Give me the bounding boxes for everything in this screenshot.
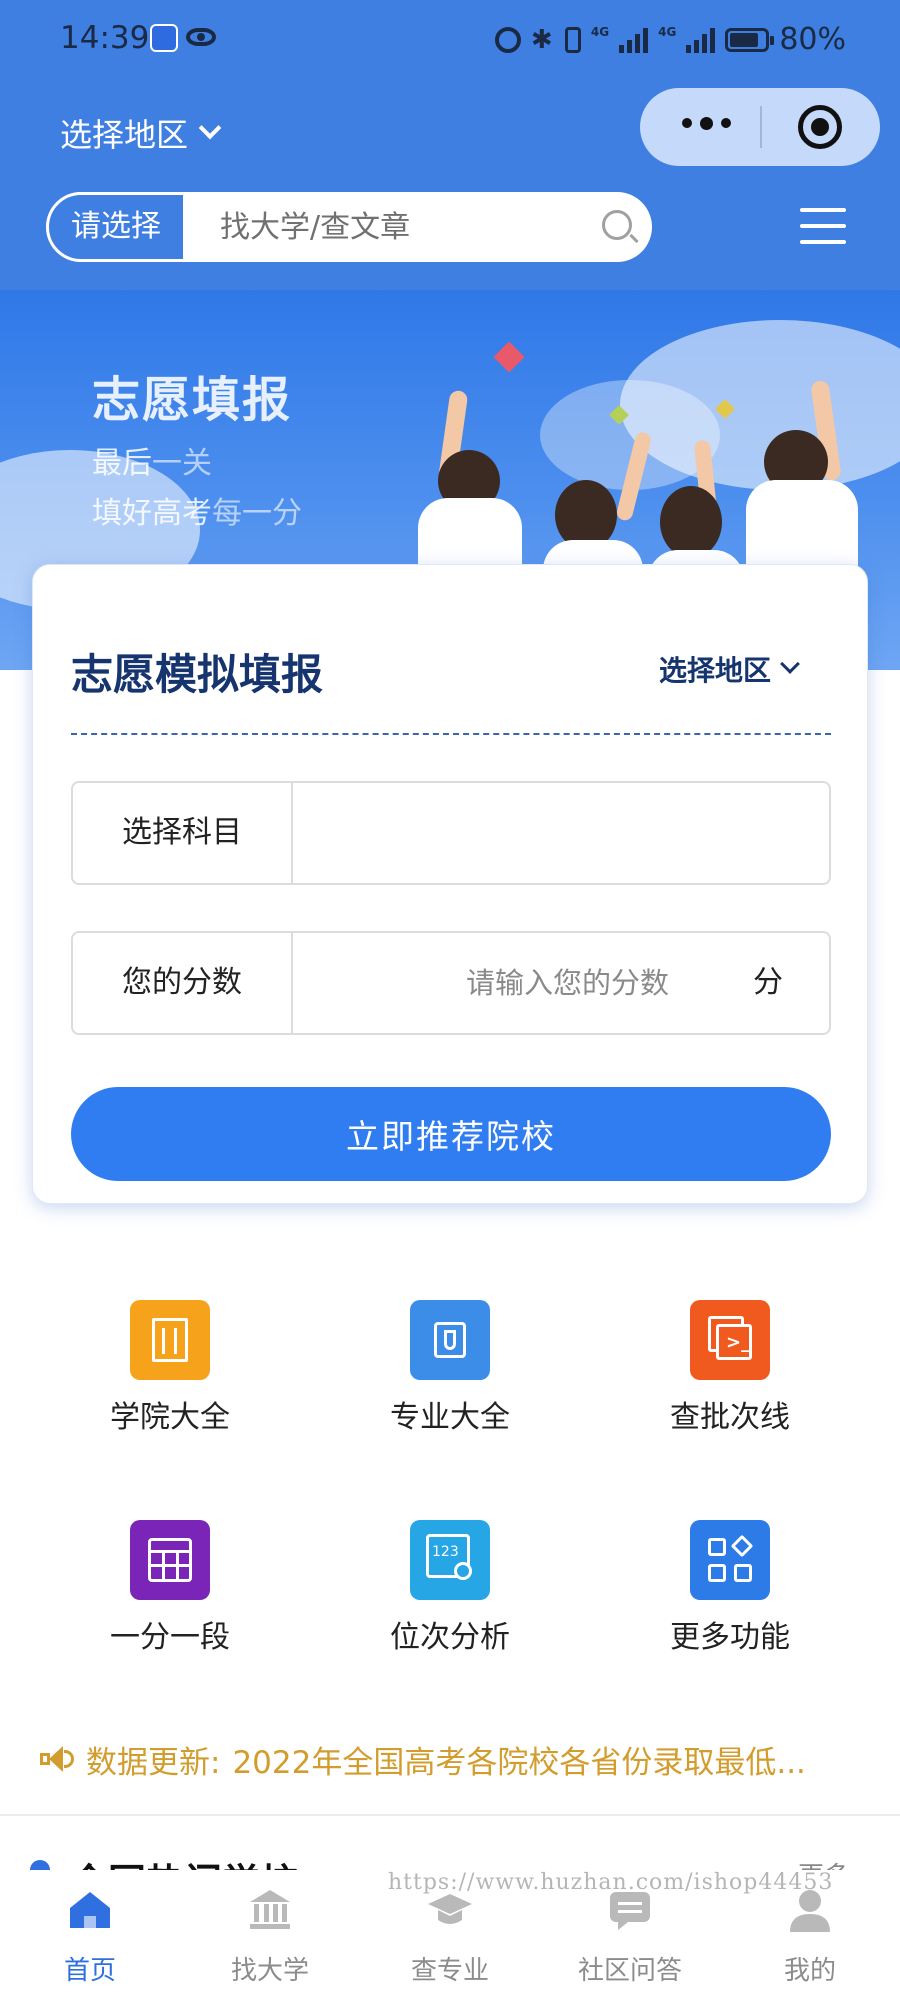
nav-community-qa[interactable]: 社区问答 xyxy=(540,1880,720,2000)
more-dots-icon[interactable] xyxy=(682,117,731,130)
region-selector[interactable]: 选择地区 xyxy=(60,110,222,156)
network-type-2: 4G xyxy=(658,24,677,39)
feature-label: 更多功能 xyxy=(670,1620,790,1655)
nav-home[interactable]: 首页 xyxy=(0,1880,180,2000)
score-field: 您的分数 分 xyxy=(71,931,831,1035)
subject-field-label: 选择科目 xyxy=(73,783,293,883)
banner-title: 志愿填报 xyxy=(92,372,293,428)
search-bar: 请选择 xyxy=(46,192,652,262)
feature-score-segments[interactable]: 一分一段 xyxy=(70,1520,270,1670)
region-selector-label: 选择地区 xyxy=(60,116,189,154)
banner-subtitle-2: 填好高考每一分 xyxy=(92,496,302,531)
search-icon[interactable] xyxy=(602,210,632,240)
status-bar: 14:39 ✱ 4G 4G 80% xyxy=(0,0,900,80)
feature-rank-analysis[interactable]: 123 位次分析 xyxy=(350,1520,550,1670)
search-category-select[interactable]: 请选择 xyxy=(46,192,186,262)
speaker-icon xyxy=(40,1744,74,1774)
status-time: 14:39 xyxy=(60,20,150,56)
apps-grid-icon xyxy=(690,1520,770,1600)
feature-majors[interactable]: 专业大全 xyxy=(350,1300,550,1450)
data-update-notice[interactable]: 数据更新: 2022年全国高考各院校各省份录取最低... xyxy=(40,1734,860,1784)
form-title: 志愿模拟填报 xyxy=(71,650,324,699)
building-icon xyxy=(130,1300,210,1380)
feature-label: 位次分析 xyxy=(390,1620,510,1655)
dashed-divider xyxy=(71,733,831,735)
signal-icon xyxy=(619,27,649,53)
kite-icon xyxy=(493,341,525,373)
signal-icon-2 xyxy=(686,27,716,53)
search-input[interactable] xyxy=(220,202,580,252)
tie-icon xyxy=(410,1300,490,1380)
form-region-selector[interactable]: 选择地区 xyxy=(659,649,800,689)
subject-field[interactable]: 选择科目 xyxy=(71,781,831,885)
recommend-schools-button[interactable]: 立即推荐院校 xyxy=(71,1087,831,1181)
miniapp-capsule xyxy=(640,88,880,166)
nav-label: 我的 xyxy=(783,1956,836,1986)
nav-label: 找大学 xyxy=(230,1956,309,1986)
nav-label: 查专业 xyxy=(410,1956,489,1986)
menu-icon[interactable] xyxy=(800,208,846,244)
nav-label: 首页 xyxy=(63,1956,116,1986)
home-icon xyxy=(70,1892,110,1928)
alarm-icon xyxy=(494,26,521,53)
chevron-down-icon xyxy=(198,116,222,140)
terminal-icon: >_ xyxy=(690,1300,770,1380)
network-type-1: 4G xyxy=(590,24,610,39)
section-separator xyxy=(0,1814,900,1816)
nav-find-university[interactable]: 找大学 xyxy=(180,1880,360,2000)
nav-label: 社区问答 xyxy=(577,1956,682,1986)
battery-percent: 80% xyxy=(779,22,846,57)
feature-label: 一分一段 xyxy=(110,1620,230,1655)
vibrate-icon xyxy=(564,26,581,53)
feature-more[interactable]: 更多功能 xyxy=(630,1520,830,1670)
feature-colleges[interactable]: 学院大全 xyxy=(70,1300,270,1450)
close-target-icon[interactable] xyxy=(798,105,842,149)
rank-search-icon: 123 xyxy=(410,1520,490,1600)
eye-icon xyxy=(186,28,216,46)
battery-icon xyxy=(725,27,775,52)
university-icon xyxy=(250,1890,290,1929)
calendar-grid-icon xyxy=(130,1520,210,1600)
student-illustration xyxy=(410,389,530,598)
nav-profile[interactable]: 我的 xyxy=(720,1880,900,2000)
feature-batch-lines[interactable]: >_ 查批次线 xyxy=(630,1300,830,1450)
form-region-label: 选择地区 xyxy=(659,654,772,687)
status-indicators: ✱ 4G 4G 80% xyxy=(494,22,846,57)
score-unit: 分 xyxy=(753,965,783,1000)
feature-label: 查批次线 xyxy=(670,1400,790,1435)
simulation-form-card: 志愿模拟填报 选择地区 选择科目 您的分数 分 立即推荐院校 xyxy=(32,564,868,1204)
notice-prefix: 数据更新: xyxy=(86,1744,221,1781)
notice-text: 2022年全国高考各院校各省份录取最低... xyxy=(232,1744,806,1781)
student-illustration xyxy=(740,379,870,590)
chevron-down-icon xyxy=(780,654,800,674)
banner-subtitle-1: 最后一关 xyxy=(92,446,212,481)
score-field-label: 您的分数 xyxy=(73,933,293,1033)
nav-find-major[interactable]: 查专业 xyxy=(360,1880,540,2000)
capsule-divider xyxy=(760,106,762,148)
feature-label: 学院大全 xyxy=(110,1400,230,1435)
app-notification-icon xyxy=(150,24,178,52)
bluetooth-icon: ✱ xyxy=(530,24,553,55)
feature-label: 专业大全 xyxy=(390,1400,510,1435)
watermark-text: https://www.huzhan.com/ishop44453 xyxy=(388,1870,834,1895)
score-input[interactable] xyxy=(309,955,669,1011)
